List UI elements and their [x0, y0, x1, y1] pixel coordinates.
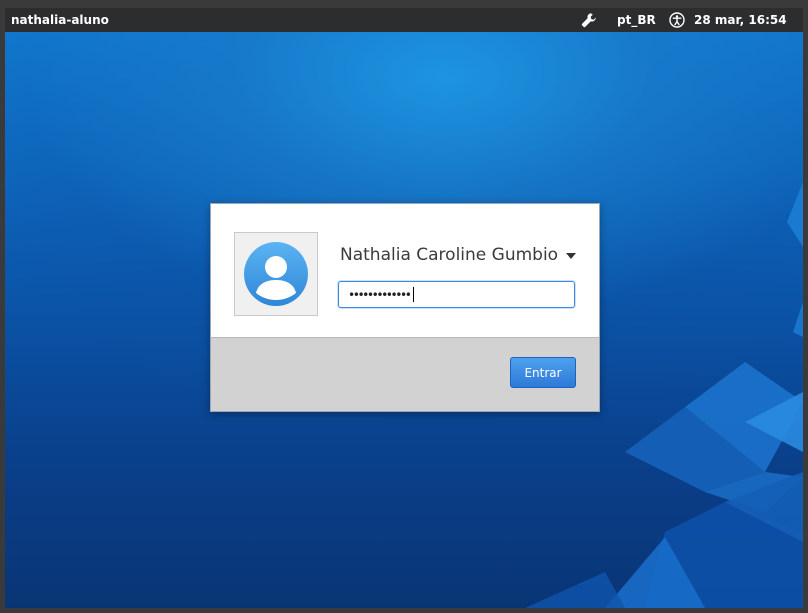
user-avatar-icon: [244, 242, 308, 306]
screen: nathalia-aluno pt_BR 28 mar, 16:54 Natha…: [5, 8, 803, 608]
login-dialog: Nathalia Caroline Gumbio ••••••••••••• E…: [210, 203, 600, 412]
hostname-label: nathalia-aluno: [11, 13, 109, 27]
avatar: [234, 232, 318, 316]
user-selector[interactable]: Nathalia Caroline Gumbio: [340, 242, 577, 268]
login-dialog-body: Nathalia Caroline Gumbio •••••••••••••: [211, 204, 599, 337]
desktop-background: Nathalia Caroline Gumbio ••••••••••••• E…: [5, 32, 803, 608]
accessibility-icon[interactable]: [669, 8, 685, 32]
text-cursor: [413, 287, 415, 302]
clock[interactable]: 28 mar, 16:54: [694, 8, 787, 32]
user-name: Nathalia Caroline Gumbio: [340, 245, 559, 265]
password-value: •••••••••••••: [348, 287, 412, 302]
top-panel: nathalia-aluno pt_BR 28 mar, 16:54: [5, 8, 803, 32]
language-indicator[interactable]: pt_BR: [617, 8, 656, 32]
password-field[interactable]: •••••••••••••: [338, 281, 575, 308]
wrench-icon[interactable]: [581, 8, 597, 32]
login-dialog-footer: Entrar: [211, 337, 599, 411]
login-button[interactable]: Entrar: [510, 357, 576, 388]
chevron-down-icon: [566, 253, 577, 259]
